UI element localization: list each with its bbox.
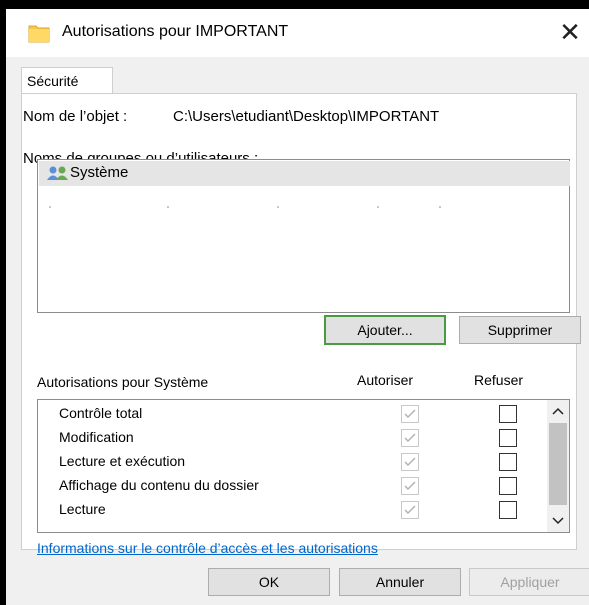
permission-name: Modification [59,429,134,445]
deny-checkbox[interactable] [499,477,517,495]
allow-checkbox [401,429,419,447]
permission-name: Affichage du contenu du dossier [59,477,259,493]
ok-button[interactable]: OK [208,568,330,596]
deny-checkbox[interactable] [499,501,517,519]
users-icon [47,166,68,180]
tab-securite[interactable]: Sécurité [21,67,113,94]
folder-icon [28,25,50,43]
chevron-down-icon [552,517,564,525]
list-item-label: Système [70,164,129,181]
access-control-info-link[interactable]: Informations sur le contrôle d’accès et … [37,540,378,556]
scrollbar[interactable] [547,400,569,532]
close-icon: ✕ [559,16,581,47]
cancel-button[interactable]: Annuler [339,568,461,596]
table-row: Lecture [38,498,546,522]
remove-button[interactable]: Supprimer [459,316,581,344]
check-icon [404,409,416,418]
permissions-dialog: Autorisations pour IMPORTANT ✕ Sécurité … [6,9,589,605]
table-row: Lecture et exécution [38,450,546,474]
scroll-up-button[interactable] [547,400,569,422]
apply-button[interactable]: Appliquer [469,568,589,596]
table-row: Affichage du contenu du dossier [38,474,546,498]
scroll-thumb[interactable] [549,423,567,505]
list-item[interactable]: Système [39,161,570,186]
chevron-up-icon [552,407,564,415]
table-row: Contrôle total [38,402,546,426]
deny-checkbox[interactable] [499,405,517,423]
column-deny-header: Refuser [474,372,524,388]
window-title: Autorisations pour IMPORTANT [62,23,289,40]
window-frame-top [0,0,589,9]
allow-checkbox [401,405,419,423]
title-bar: Autorisations pour IMPORTANT ✕ [6,9,589,57]
permission-name: Lecture et exécution [59,453,186,469]
deny-checkbox[interactable] [499,429,517,447]
check-icon [404,433,416,442]
tab-label: Sécurité [27,73,79,89]
permissions-label: Autorisations pour Système [37,374,209,390]
permissions-list: Contrôle total Modification Lecture et e… [37,399,570,533]
allow-checkbox [401,477,419,495]
permission-name: Lecture [59,501,106,517]
allow-checkbox [401,501,419,519]
permission-name: Contrôle total [59,405,143,421]
deny-checkbox[interactable] [499,453,517,471]
table-row: Modification [38,426,546,450]
check-icon [404,481,416,490]
check-icon [404,505,416,514]
groups-listbox[interactable]: Système [37,159,570,313]
object-path: C:\Users\etudiant\Desktop\IMPORTANT [173,108,440,125]
object-name-label: Nom de l’objet : [23,108,128,125]
check-icon [404,457,416,466]
add-button[interactable]: Ajouter... [324,315,446,345]
scroll-down-button[interactable] [547,510,569,532]
column-allow-header: Autoriser [357,372,414,388]
redaction-dots [49,206,441,208]
allow-checkbox [401,453,419,471]
close-button[interactable]: ✕ [551,13,589,51]
